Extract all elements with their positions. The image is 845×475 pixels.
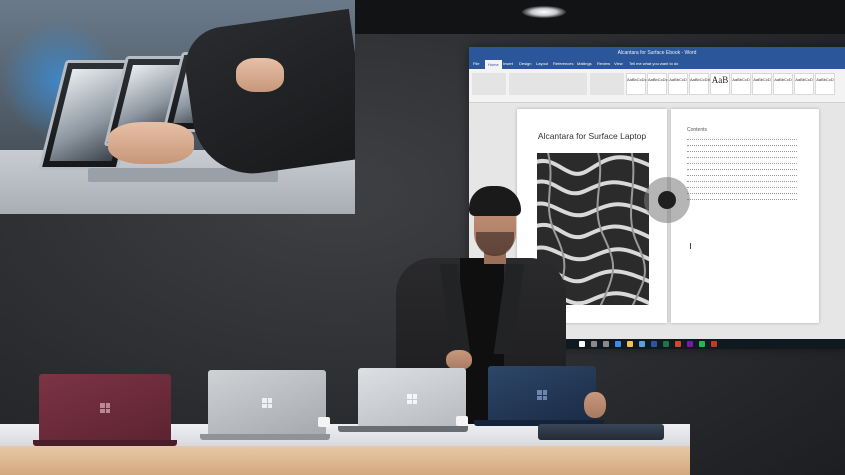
- surface-dock: [318, 417, 330, 427]
- contents-heading: Contents: [687, 127, 708, 133]
- tab-view[interactable]: View: [614, 61, 623, 66]
- style-emphasis[interactable]: AaBbCcD: [752, 73, 772, 95]
- spotify-icon[interactable]: [699, 341, 705, 347]
- toc-entry[interactable]: [687, 183, 797, 188]
- document-title: Alcantara for Surface Laptop: [537, 131, 647, 141]
- style-strong[interactable]: AaBbCcD: [794, 73, 814, 95]
- style-heading-1[interactable]: AaBbCcD: [668, 73, 688, 95]
- video-screen: [0, 0, 355, 214]
- hand: [236, 58, 284, 92]
- windows-logo-icon: [407, 394, 417, 404]
- ceiling-light-icon: [522, 6, 566, 18]
- toc-entry[interactable]: [687, 195, 797, 200]
- hand: [446, 350, 472, 370]
- surface-laptop-closed: [538, 424, 664, 440]
- word-titlebar: Alcantara for Surface Ebook - Word: [469, 47, 845, 59]
- style-quote[interactable]: AaBbCcD: [815, 73, 835, 95]
- tab-insert[interactable]: Insert: [503, 61, 513, 66]
- windows-logo-icon[interactable]: [579, 341, 585, 347]
- toc-entry[interactable]: [687, 189, 797, 194]
- tab-references[interactable]: References: [553, 61, 573, 66]
- tell-me-search[interactable]: Tell me what you want to do: [629, 61, 678, 66]
- tab-design[interactable]: Design: [519, 61, 531, 66]
- presenter-hair: [469, 186, 521, 216]
- hand: [108, 122, 194, 164]
- toc-entry[interactable]: [687, 165, 797, 170]
- search-icon[interactable]: [591, 341, 597, 347]
- style-title[interactable]: AaB: [710, 73, 730, 95]
- hand: [584, 392, 606, 418]
- surface-dock: [456, 416, 468, 426]
- toc-entry[interactable]: [687, 177, 797, 182]
- toc-entry[interactable]: [687, 135, 797, 140]
- toc-entry[interactable]: [687, 141, 797, 146]
- tab-mailings[interactable]: Mailings: [577, 61, 592, 66]
- word-icon[interactable]: [651, 341, 657, 347]
- toc-entry[interactable]: [687, 147, 797, 152]
- onenote-icon[interactable]: [687, 341, 693, 347]
- file-explorer-icon[interactable]: [627, 341, 633, 347]
- surface-laptop-burgundy: [39, 374, 171, 442]
- document-page-2[interactable]: Contents: [671, 109, 819, 323]
- task-view-icon[interactable]: [603, 341, 609, 347]
- powerpoint-icon[interactable]: [675, 341, 681, 347]
- clipboard-group[interactable]: [472, 73, 506, 95]
- dial-center[interactable]: [658, 191, 676, 209]
- windows-logo-icon: [262, 398, 272, 408]
- app-icon[interactable]: [711, 341, 717, 347]
- surface-laptop-cobalt: [488, 366, 596, 424]
- style-normal[interactable]: AaBbCcDc: [626, 73, 647, 95]
- style-subtitle[interactable]: AaBbCcD: [731, 73, 751, 95]
- tab-file[interactable]: File: [473, 61, 479, 66]
- tab-layout[interactable]: Layout: [536, 61, 548, 66]
- text-cursor-icon: [690, 243, 691, 249]
- keynote-stage: Alcantara for Surface Ebook - Word File …: [0, 0, 845, 475]
- windows-logo-icon: [537, 390, 547, 400]
- surface-laptop-silver: [358, 368, 466, 430]
- word-ribbon-tabs: File Home Insert Design Layout Reference…: [469, 59, 845, 69]
- excel-icon[interactable]: [663, 341, 669, 347]
- paragraph-group[interactable]: [590, 73, 624, 95]
- toc-entry[interactable]: [687, 153, 797, 158]
- style-heading-2[interactable]: AaBbCcDd: [689, 73, 710, 95]
- surface-dial-icon[interactable]: [644, 177, 690, 223]
- toc-entry[interactable]: [687, 171, 797, 176]
- word-ribbon: AaBbCcDc AaBbCcDc AaBbCcD AaBbCcDd AaB A…: [469, 69, 845, 103]
- font-group[interactable]: [509, 73, 587, 95]
- tab-home[interactable]: Home: [485, 60, 502, 69]
- windows-logo-icon: [100, 403, 110, 413]
- tab-review[interactable]: Review: [597, 61, 610, 66]
- surface-laptop-platinum: [208, 370, 326, 436]
- toc-entry[interactable]: [687, 159, 797, 164]
- edge-icon[interactable]: [615, 341, 621, 347]
- style-intense[interactable]: AaBbCcD: [773, 73, 793, 95]
- store-icon[interactable]: [639, 341, 645, 347]
- style-no-spacing[interactable]: AaBbCcDc: [647, 73, 668, 95]
